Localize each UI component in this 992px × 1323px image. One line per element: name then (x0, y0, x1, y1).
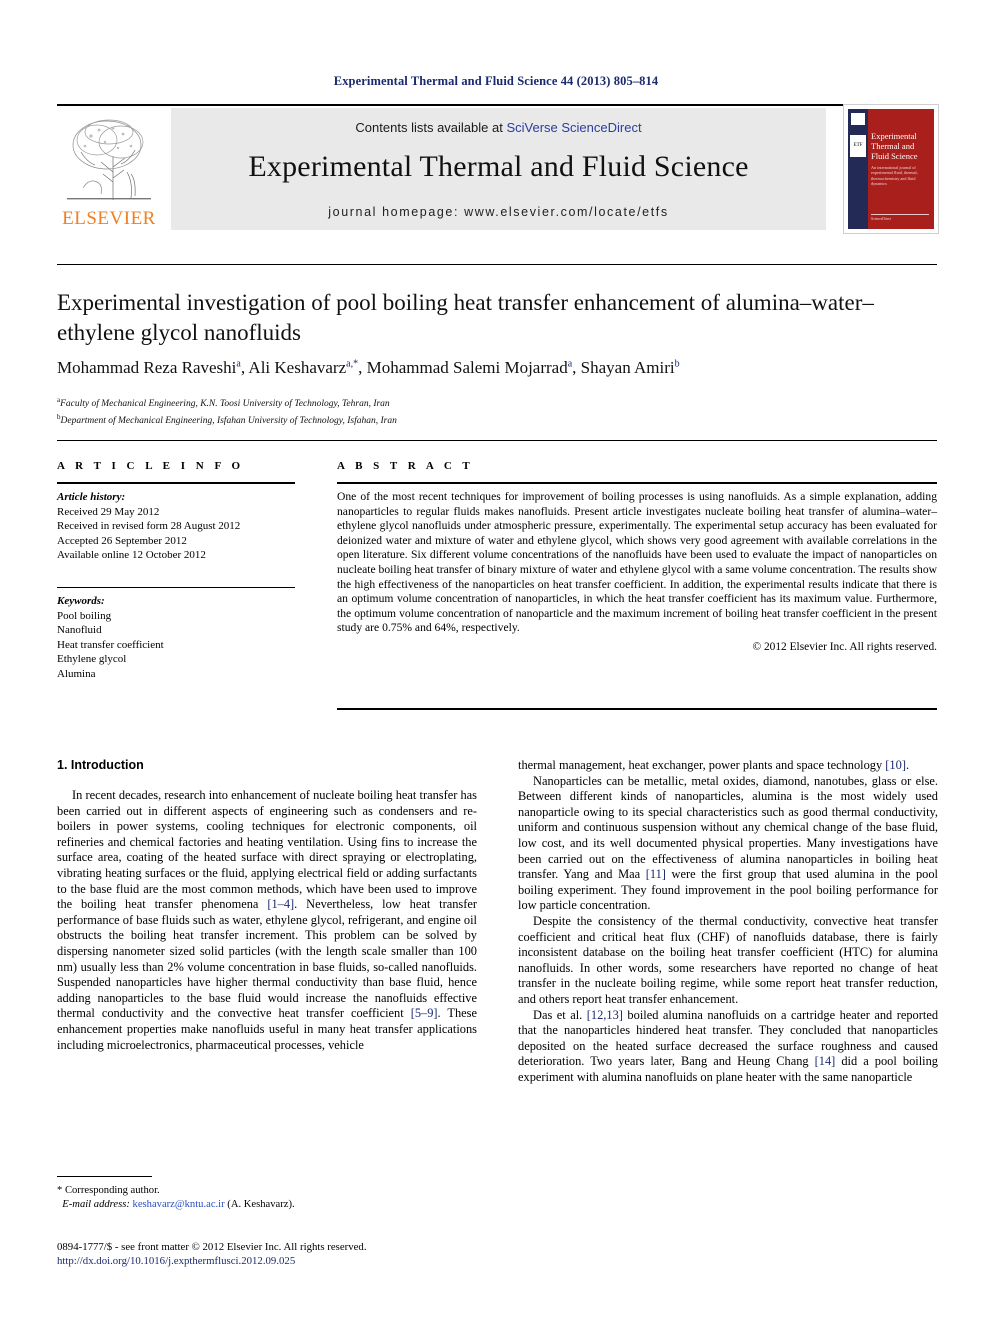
article-info-rule (57, 482, 295, 484)
abstract-rule (337, 482, 937, 484)
publisher-mark-icon (851, 113, 865, 125)
affiliation-item: aFaculty of Mechanical Engineering, K.N.… (57, 394, 927, 411)
keyword-item: Heat transfer coefficient (57, 638, 164, 651)
paragraph: In recent decades, research into enhance… (57, 788, 478, 1052)
affiliation-text: Department of Mechanical Engineering, Is… (60, 416, 397, 427)
cover-face: ETF Experimental Thermal and Fluid Scien… (848, 109, 934, 229)
author-affil-marker: b (674, 358, 680, 370)
keywords-rule (57, 586, 295, 588)
history-item: Available online 12 October 2012 (57, 549, 206, 561)
journal-title: Experimental Thermal and Fluid Science (248, 150, 749, 183)
email-line: E-mail address: keshavarz@kntu.ac.ir (A.… (57, 1198, 477, 1212)
history-item: Accepted 26 September 2012 (57, 534, 187, 547)
introduction-right-column: thermal management, heat exchanger, powe… (518, 758, 938, 1085)
email-link[interactable]: keshavarz@kntu.ac.ir (133, 1199, 225, 1210)
footnote-rule (57, 1176, 152, 1177)
corresponding-author-footnote: * Corresponding author. E-mail address: … (57, 1176, 477, 1212)
elsevier-wordmark: ELSEVIER (62, 208, 156, 229)
journal-homepage-link[interactable]: journal homepage: www.elsevier.com/locat… (171, 205, 826, 219)
author-name: Mohammad Reza Raveshi (57, 358, 237, 377)
cover-subtitle: An international journal of experimental… (871, 165, 918, 187)
journal-masthead: ELSEVIER Contents lists available at Sci… (57, 104, 939, 234)
paper-page: Experimental Thermal and Fluid Science 4… (0, 0, 992, 1323)
footnote-body: * Corresponding author. E-mail address: … (57, 1184, 477, 1212)
contents-line: Contents lists available at SciVerse Sci… (171, 120, 826, 135)
paragraph: Nanoparticles can be metallic, metal oxi… (518, 773, 938, 913)
abstract-section: A B S T R A C T One of the most recent t… (337, 460, 937, 653)
article-history: Article history: Received 29 May 2012 Re… (57, 490, 295, 563)
elsevier-logo: ELSEVIER (57, 110, 161, 230)
author-name: Shayan Amiri (580, 358, 675, 377)
keyword-item: Pool boiling (57, 609, 112, 622)
keywords-block: Keywords: Pool boiling Nanofluid Heat tr… (57, 594, 295, 681)
journal-cover-thumbnail: ETF Experimental Thermal and Fluid Scien… (843, 104, 939, 234)
title-block-top-rule (57, 264, 937, 265)
abstract-block-top-rule (57, 440, 937, 441)
abstract-text: One of the most recent techniques for im… (337, 490, 937, 635)
cover-spine (848, 109, 868, 229)
affiliation-list: aFaculty of Mechanical Engineering, K.N.… (57, 394, 927, 428)
keyword-item: Ethylene glycol (57, 653, 127, 665)
introduction-left-column: 1. Introduction In recent decades, resea… (57, 758, 477, 1053)
keywords-label: Keywords: (57, 595, 105, 607)
page-title: Experimental investigation of pool boili… (57, 290, 874, 345)
paragraph: Das et al. [12,13] boiled alumina nanofl… (518, 1007, 939, 1084)
corresponding-author-line: * Corresponding author. (57, 1185, 160, 1196)
doi-link[interactable]: http://dx.doi.org/10.1016/j.expthermflus… (57, 1254, 617, 1268)
masthead-top-rule (57, 104, 937, 106)
history-item: Received 29 May 2012 (57, 505, 160, 518)
abstract-bottom-rule (337, 708, 937, 710)
author-name: Mohammad Salemi Mojarrad (366, 358, 568, 377)
email-label: E-mail address: (62, 1199, 130, 1210)
abstract-heading: A B S T R A C T (337, 460, 474, 472)
keyword-item: Nanofluid (57, 624, 102, 636)
author-list: Mohammad Reza Raveshia, Ali Keshavarza,*… (57, 358, 680, 377)
affiliation-item: bDepartment of Mechanical Engineering, I… (57, 411, 927, 428)
page-footer: 0894-1777/$ - see front matter © 2012 El… (57, 1240, 617, 1268)
cover-footer: ScienceDirect (871, 214, 929, 221)
sciencedirect-link[interactable]: SciVerse ScienceDirect (506, 120, 641, 135)
contents-prefix: Contents lists available at (355, 120, 507, 135)
cover-title: Experimental Thermal and Fluid Science (871, 131, 918, 161)
email-suffix: (A. Keshavarz). (224, 1199, 295, 1210)
copyright-line: © 2012 Elsevier Inc. All rights reserved… (752, 640, 937, 653)
paragraph: Despite the consistency of the thermal c… (518, 913, 938, 1006)
section-heading-introduction: 1. Introduction (57, 758, 144, 772)
issn-line: 0894-1777/$ - see front matter © 2012 El… (57, 1241, 367, 1253)
affiliation-text: Faculty of Mechanical Engineering, K.N. … (60, 399, 390, 410)
journal-banner: Contents lists available at SciVerse Sci… (171, 108, 826, 230)
etf-badge-icon: ETF (850, 135, 866, 157)
paragraph: thermal management, heat exchanger, powe… (518, 758, 910, 772)
author-affil-marker: a (567, 358, 573, 370)
history-item: Received in revised form 28 August 2012 (57, 520, 241, 532)
article-info-section: A R T I C L E I N F O Article history: R… (57, 460, 295, 681)
keyword-item: Alumina (57, 667, 96, 680)
author-affil-marker: a (236, 358, 241, 370)
article-info-heading: A R T I C L E I N F O (57, 460, 245, 472)
article-history-label: Article history: (57, 491, 126, 503)
running-head: Experimental Thermal and Fluid Science 4… (333, 74, 659, 88)
author-name: Ali Keshavarz (248, 358, 347, 377)
author-affil-marker: a,* (346, 358, 359, 370)
elsevier-tree-icon (61, 112, 157, 204)
